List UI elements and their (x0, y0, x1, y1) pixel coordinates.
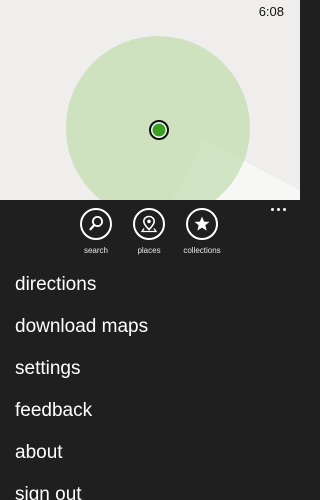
current-location-dot[interactable] (149, 120, 169, 140)
app-bar: search places collections directions dow… (0, 200, 300, 500)
search-button[interactable]: search (66, 208, 126, 255)
maps-screen: 6:08 search places collections direction… (0, 0, 300, 500)
app-bar-menu: directions download maps settings feedba… (0, 264, 300, 500)
star-icon (186, 208, 218, 240)
status-clock: 6:08 (258, 4, 284, 19)
collections-label: collections (183, 246, 221, 255)
search-icon (80, 208, 112, 240)
menu-item-directions[interactable]: directions (0, 264, 300, 306)
menu-item-sign-out[interactable]: sign out (0, 474, 300, 500)
places-label: places (137, 246, 161, 255)
app-bar-buttons: search places collections (0, 208, 300, 258)
menu-item-feedback[interactable]: feedback (0, 390, 300, 432)
places-button[interactable]: places (119, 208, 179, 255)
places-pin-icon (133, 208, 165, 240)
location-accuracy-circle (66, 36, 250, 200)
menu-item-download-maps[interactable]: download maps (0, 306, 300, 348)
menu-item-about[interactable]: about (0, 432, 300, 474)
map-view[interactable]: 6:08 (0, 0, 300, 200)
search-label: search (83, 246, 108, 255)
collections-button[interactable]: collections (172, 208, 232, 255)
menu-item-settings[interactable]: settings (0, 348, 300, 390)
